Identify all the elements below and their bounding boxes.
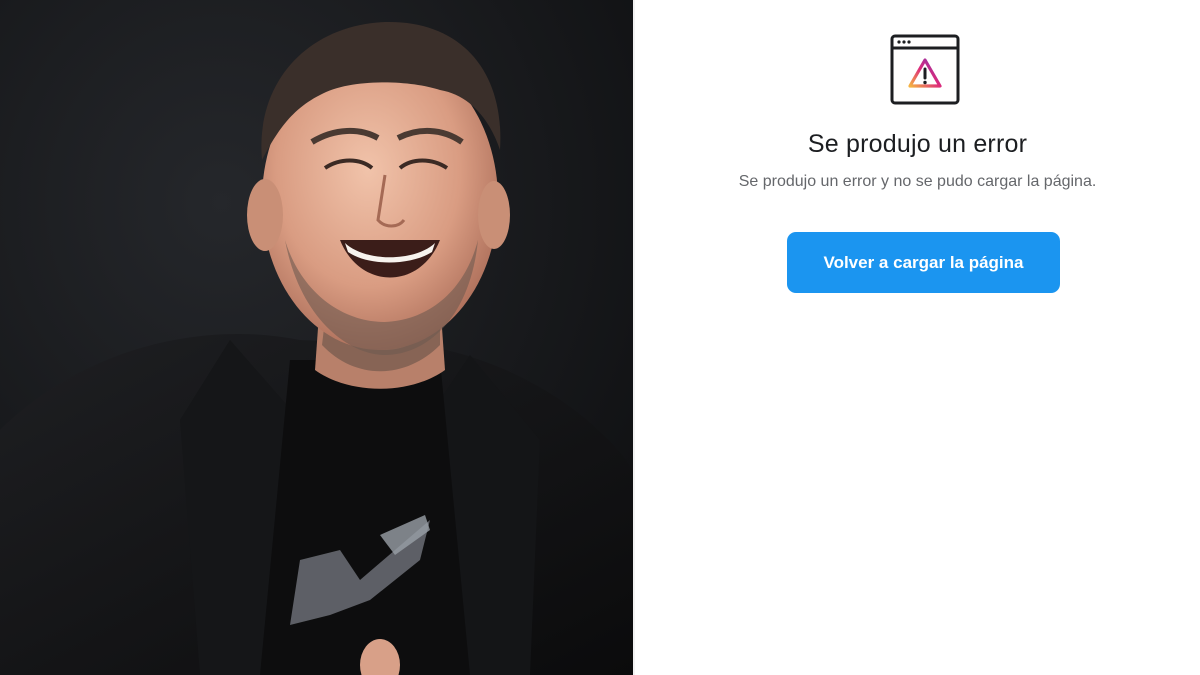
error-title: Se produjo un error [807,130,1028,158]
reload-page-button[interactable]: Volver a cargar la página [787,232,1060,293]
error-page: Se produjo un error Se produjo un error … [635,0,1200,675]
composite-frame: Se produjo un error Se produjo un error … [0,0,1200,675]
browser-warning-icon [890,34,960,105]
error-subtitle: Se produjo un error y no se pudo cargar … [738,173,1097,190]
person-photo [0,0,633,675]
person-photo-illustration [0,0,633,675]
